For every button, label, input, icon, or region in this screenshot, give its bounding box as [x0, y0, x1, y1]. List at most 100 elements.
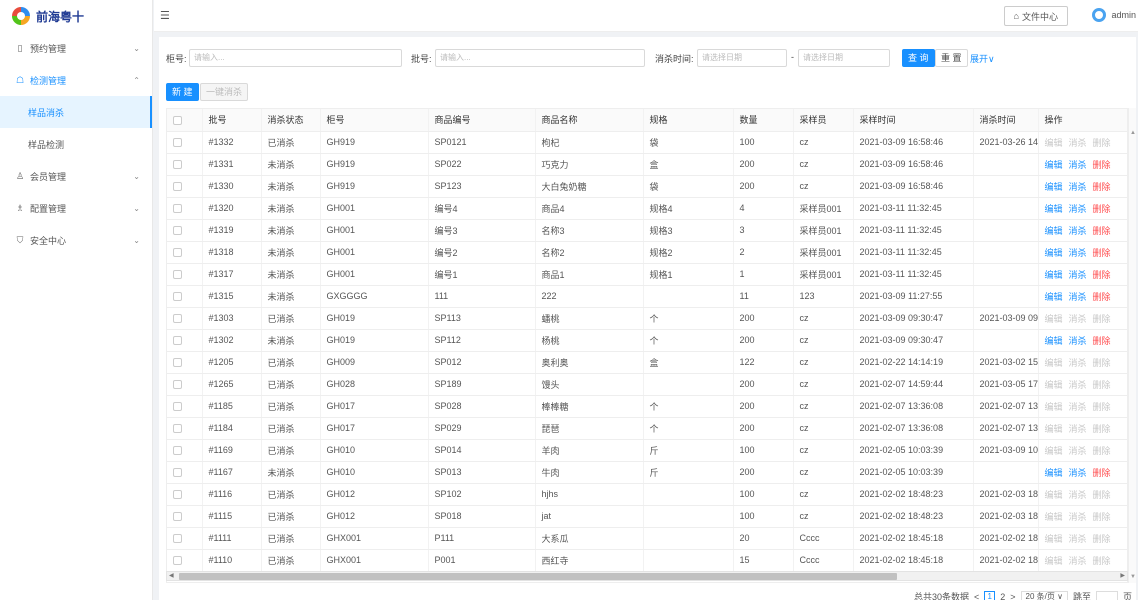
row-checkbox[interactable] [173, 512, 182, 522]
row-select-cell[interactable] [167, 175, 203, 198]
disinfect-link[interactable]: 消杀 [1069, 468, 1087, 478]
delete-link[interactable]: 删除 [1093, 226, 1111, 236]
row-checkbox[interactable] [173, 358, 182, 368]
disinfect-link[interactable]: 消杀 [1069, 160, 1087, 170]
row-checkbox[interactable] [173, 226, 182, 236]
disinfect-link[interactable]: 消杀 [1069, 226, 1087, 236]
select-all-checkbox[interactable] [173, 115, 182, 125]
disinfect-link[interactable]: 消杀 [1069, 204, 1087, 214]
disinfect-link[interactable]: 消杀 [1069, 336, 1087, 346]
sidebar-item-appointment[interactable]: ▯ 预约管理 ⌄ [0, 32, 152, 64]
row-select-cell[interactable] [167, 153, 203, 176]
row-checkbox[interactable] [173, 468, 182, 478]
reset-button[interactable]: 重 置 [935, 49, 968, 67]
new-button[interactable]: 新 建 [166, 83, 199, 101]
page-1-button[interactable]: 1 [984, 590, 996, 600]
scroll-right-icon[interactable]: ▶ [1120, 572, 1125, 579]
row-select-cell[interactable] [167, 307, 203, 330]
row-select-cell[interactable] [167, 263, 203, 286]
date-start-input[interactable]: 请选择日期 [697, 49, 787, 67]
user-menu[interactable]: admin [1092, 8, 1136, 22]
row-checkbox[interactable] [173, 446, 182, 456]
edit-link[interactable]: 编辑 [1045, 336, 1063, 346]
disinfect-link[interactable]: 消杀 [1069, 248, 1087, 258]
row-select-cell[interactable] [167, 373, 203, 396]
delete-link[interactable]: 删除 [1093, 248, 1111, 258]
row-select-cell[interactable] [167, 505, 203, 528]
row-select-cell[interactable] [167, 527, 203, 550]
file-center-button[interactable]: ⌂ 文件中心 [1003, 6, 1068, 26]
edit-link[interactable]: 编辑 [1045, 248, 1063, 258]
row-select-cell[interactable] [167, 285, 203, 308]
expand-link[interactable]: 展开∨ [970, 52, 995, 65]
row-checkbox[interactable] [173, 534, 182, 544]
row-select-cell[interactable] [167, 439, 203, 462]
sidebar-item-config[interactable]: ♗ 配置管理 ⌄ [0, 192, 152, 224]
row-checkbox[interactable] [173, 270, 182, 280]
row-checkbox[interactable] [173, 314, 182, 324]
row-select-cell[interactable] [167, 241, 203, 264]
scroll-down-icon[interactable]: ▼ [1130, 574, 1136, 580]
sidebar-item-members[interactable]: ♙ 会员管理 ⌄ [0, 160, 152, 192]
edit-link[interactable]: 编辑 [1045, 182, 1063, 192]
delete-link[interactable]: 删除 [1093, 336, 1111, 346]
sidebar-subitem-sample-testing[interactable]: 样品检测 [0, 128, 152, 160]
sidebar-subitem-sample-disinfection[interactable]: 样品消杀 [0, 96, 152, 128]
row-checkbox[interactable] [173, 490, 182, 500]
row-select-cell[interactable] [167, 197, 203, 220]
delete-link[interactable]: 删除 [1093, 160, 1111, 170]
scroll-left-icon[interactable]: ◀ [169, 572, 174, 579]
disinfect-link[interactable]: 消杀 [1069, 182, 1087, 192]
row-checkbox[interactable] [173, 380, 182, 390]
row-checkbox[interactable] [173, 424, 182, 434]
prev-page-button[interactable]: < [974, 592, 979, 600]
delete-link[interactable]: 删除 [1093, 468, 1111, 478]
row-checkbox[interactable] [173, 204, 182, 214]
delete-link[interactable]: 删除 [1093, 204, 1111, 214]
row-checkbox[interactable] [173, 160, 182, 170]
row-select-cell[interactable] [167, 219, 203, 242]
delete-link[interactable]: 删除 [1093, 182, 1111, 192]
row-checkbox[interactable] [173, 402, 182, 412]
row-checkbox[interactable] [173, 182, 182, 192]
sidebar-item-security[interactable]: ⛉ 安全中心 ⌄ [0, 224, 152, 256]
edit-link[interactable]: 编辑 [1045, 270, 1063, 280]
row-select-cell[interactable] [167, 131, 203, 154]
row-checkbox[interactable] [173, 138, 182, 148]
row-select-cell[interactable] [167, 329, 203, 352]
select-all-cell[interactable] [167, 109, 203, 132]
delete-link[interactable]: 删除 [1093, 270, 1111, 280]
edit-link[interactable]: 编辑 [1045, 226, 1063, 236]
row-select-cell[interactable] [167, 461, 203, 484]
row-checkbox[interactable] [173, 248, 182, 258]
edit-link[interactable]: 编辑 [1045, 160, 1063, 170]
batch-disinfect-button[interactable]: 一键消杀 [200, 83, 249, 101]
query-button[interactable]: 查 询 [902, 49, 935, 67]
row-select-cell[interactable] [167, 549, 203, 572]
edit-link[interactable]: 编辑 [1045, 468, 1063, 478]
batch-input[interactable]: 请输入... [435, 49, 645, 67]
row-checkbox[interactable] [173, 292, 182, 302]
next-page-button[interactable]: > [1010, 592, 1015, 600]
edit-link[interactable]: 编辑 [1045, 204, 1063, 214]
date-end-input[interactable]: 请选择日期 [798, 49, 890, 67]
jump-page-input[interactable] [1095, 590, 1118, 600]
scroll-up-icon[interactable]: ▲ [1130, 130, 1136, 136]
cabinet-input[interactable]: 请输入... [189, 49, 402, 67]
horizontal-scrollbar[interactable]: ◀ ▶ [166, 571, 1128, 581]
sidebar-item-testing[interactable]: ☖ 检测管理 ⌃ [0, 64, 152, 96]
disinfect-link[interactable]: 消杀 [1069, 270, 1087, 280]
delete-link[interactable]: 删除 [1093, 292, 1111, 302]
row-checkbox[interactable] [173, 336, 182, 346]
edit-link[interactable]: 编辑 [1045, 292, 1063, 302]
scrollbar-thumb[interactable] [179, 573, 897, 580]
page-size-select[interactable]: 20 条/页 ∨ [1020, 590, 1068, 600]
row-select-cell[interactable] [167, 351, 203, 374]
row-select-cell[interactable] [167, 395, 203, 418]
row-checkbox[interactable] [173, 556, 182, 566]
disinfect-link[interactable]: 消杀 [1069, 292, 1087, 302]
row-select-cell[interactable] [167, 483, 203, 506]
page-2-button[interactable]: 2 [1000, 592, 1005, 600]
menu-fold-icon[interactable]: ☰ [160, 9, 170, 22]
logo[interactable]: 前海粤十 [0, 0, 152, 32]
